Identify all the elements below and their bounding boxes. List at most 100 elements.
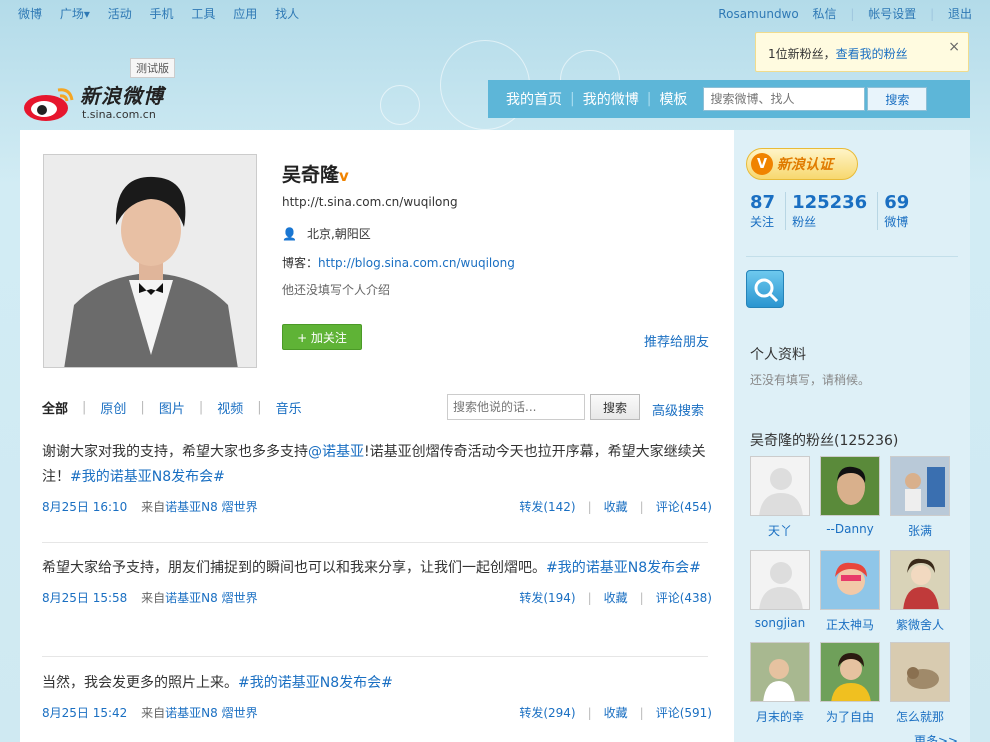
favorite-link[interactable]: 收藏 xyxy=(604,500,628,514)
fan-photo xyxy=(751,643,809,701)
tab-videos[interactable]: 视频 xyxy=(217,398,243,417)
follow-button[interactable]: + 加关注 xyxy=(282,324,362,350)
top-nav-tools[interactable]: 工具 xyxy=(191,7,215,21)
fan-item[interactable]: 怎么就那 xyxy=(890,642,950,725)
separator: | xyxy=(140,400,145,415)
separator: | xyxy=(198,400,204,415)
blog-url-link[interactable]: http://blog.sina.com.cn/wuqilong xyxy=(318,256,515,270)
favorite-link[interactable]: 收藏 xyxy=(604,591,628,605)
close-icon[interactable]: × xyxy=(948,39,960,55)
new-follower-notice: 1位新粉丝，查看我的粉丝 × xyxy=(755,32,969,72)
profile-url-link[interactable]: http://t.sina.com.cn/wuqilong xyxy=(282,195,458,209)
search-icon[interactable] xyxy=(746,270,784,308)
fan-item[interactable]: 为了自由 xyxy=(820,642,880,725)
comment-link[interactable]: 评论(591) xyxy=(656,706,712,720)
feed-search-input[interactable] xyxy=(447,394,585,420)
fans-title[interactable]: 吴奇隆的粉丝(125236) xyxy=(750,430,898,450)
fan-item[interactable]: --Danny xyxy=(820,456,880,536)
post-body: 希望大家给予支持，朋友们捕捉到的瞬间也可以和我来分享，让我们一起创熠吧。#我的诺… xyxy=(42,556,707,581)
comment-link[interactable]: 评论(438) xyxy=(656,591,712,605)
stat-following[interactable]: 87 关注 xyxy=(750,192,787,230)
hashtag-link[interactable]: #我的诺基亚N8发布会# xyxy=(238,675,393,691)
tab-original[interactable]: 原创 xyxy=(100,398,126,417)
nav-my-weibo[interactable]: 我的微博 xyxy=(577,89,645,109)
post-source-link[interactable]: 诺基亚N8 熠世界 xyxy=(165,591,257,605)
sidebar-divider xyxy=(746,256,958,257)
post-source-link[interactable]: 诺基亚N8 熠世界 xyxy=(165,706,257,720)
feed-post: 希望大家给予支持，朋友们捕捉到的瞬间也可以和我来分享，让我们一起创熠吧。#我的诺… xyxy=(42,556,712,607)
top-nav-find-people[interactable]: 找人 xyxy=(275,7,299,21)
advanced-search-link[interactable]: 高级搜索 xyxy=(652,400,704,419)
stat-posts[interactable]: 69 微博 xyxy=(884,192,919,230)
top-nav-weibo[interactable]: 微博 xyxy=(18,7,42,21)
fan-photo xyxy=(821,551,879,609)
magnifier-icon xyxy=(754,278,779,303)
nav-templates[interactable]: 模板 xyxy=(653,89,693,109)
fan-name: songjian xyxy=(754,616,806,630)
tab-music[interactable]: 音乐 xyxy=(276,398,302,417)
top-nav-events[interactable]: 活动 xyxy=(108,7,132,21)
stat-followers-label: 粉丝 xyxy=(792,215,817,229)
repost-link[interactable]: 转发(294) xyxy=(519,706,575,720)
user-name-link[interactable]: Rosamundwo xyxy=(718,7,798,21)
fan-item[interactable]: 月末的幸 xyxy=(750,642,810,725)
comment-link[interactable]: 评论(454) xyxy=(656,500,712,514)
verified-icon: V xyxy=(751,153,773,175)
top-nav-apps[interactable]: 应用 xyxy=(233,7,257,21)
separator: | xyxy=(639,591,644,605)
separator: | xyxy=(646,91,652,107)
messages-link[interactable]: 私信 xyxy=(813,7,837,21)
stat-posts-label: 微博 xyxy=(884,215,909,229)
post-text: 谢谢大家对我的支持，希望大家也多多支持 xyxy=(42,444,308,460)
top-nav-mobile[interactable]: 手机 xyxy=(150,7,174,21)
fan-name: 天丫 xyxy=(767,524,792,538)
fan-item[interactable]: 正太神马 xyxy=(820,550,880,633)
post-date-link[interactable]: 8月25日 15:58 xyxy=(42,591,127,605)
sina-verified-badge[interactable]: V 新浪认证 xyxy=(746,148,858,180)
logout-link[interactable]: 退出 xyxy=(948,7,972,21)
fan-item[interactable]: 张满 xyxy=(890,456,950,539)
post-source-link[interactable]: 诺基亚N8 熠世界 xyxy=(165,500,257,514)
fan-avatar xyxy=(750,550,810,610)
fan-photo xyxy=(891,457,949,515)
weibo-eye-icon xyxy=(24,88,74,121)
fan-item[interactable]: songjian xyxy=(750,550,810,630)
stat-followers[interactable]: 125236 粉丝 xyxy=(792,192,879,230)
hashtag-link[interactable]: #我的诺基亚N8发布会# xyxy=(70,469,225,485)
post-source-label: 来自 xyxy=(141,500,166,514)
main-search-button[interactable]: 搜索 xyxy=(867,87,928,111)
profile-avatar[interactable] xyxy=(43,154,257,368)
tab-pictures[interactable]: 图片 xyxy=(159,398,185,417)
recommend-to-friend-link[interactable]: 推荐给朋友 xyxy=(644,331,709,350)
top-nav-square[interactable]: 广场▾ xyxy=(60,7,90,21)
view-followers-link[interactable]: 查看我的粉丝 xyxy=(836,47,908,61)
stat-posts-count: 69 xyxy=(884,192,910,213)
mention-link[interactable]: @诺基亚 xyxy=(308,444,364,460)
favorite-link[interactable]: 收藏 xyxy=(604,706,628,720)
feed-post: 谢谢大家对我的支持，希望大家也多多支持@诺基亚!诺基亚创熠传奇活动今天也拉开序幕… xyxy=(42,440,712,516)
post-date-link[interactable]: 8月25日 15:42 xyxy=(42,706,127,720)
logo-text: 新浪微博 xyxy=(80,84,164,108)
more-fans-link[interactable]: 更多>> xyxy=(914,732,958,742)
separator: | xyxy=(587,591,592,605)
separator: | xyxy=(257,400,262,415)
repost-link[interactable]: 转发(194) xyxy=(519,591,575,605)
nav-my-home[interactable]: 我的首页 xyxy=(500,89,568,109)
post-date-link[interactable]: 8月25日 16:10 xyxy=(42,500,127,514)
top-nav-right: Rosamundwo 私信 | 帐号设置 | 退出 xyxy=(708,5,972,22)
repost-link[interactable]: 转发(142) xyxy=(519,500,575,514)
fan-name: 月末的幸 xyxy=(755,710,804,724)
fan-avatar xyxy=(820,456,880,516)
fan-photo xyxy=(821,457,879,515)
main-search-input[interactable] xyxy=(703,87,866,111)
fan-name: 怎么就那 xyxy=(895,710,944,724)
feed-tabs: 全部 | 原创 | 图片 | 视频 | 音乐 xyxy=(42,398,302,417)
account-settings-link[interactable]: 帐号设置 xyxy=(868,7,916,21)
fan-item[interactable]: 紫微舍人 xyxy=(890,550,950,633)
feed-search-button[interactable]: 搜索 xyxy=(590,394,640,420)
hashtag-link[interactable]: #我的诺基亚N8发布会# xyxy=(546,560,701,576)
tab-all[interactable]: 全部 xyxy=(42,398,68,417)
fan-avatar xyxy=(820,550,880,610)
personal-info-title: 个人资料 xyxy=(750,347,806,363)
fan-item[interactable]: 天丫 xyxy=(750,456,810,539)
